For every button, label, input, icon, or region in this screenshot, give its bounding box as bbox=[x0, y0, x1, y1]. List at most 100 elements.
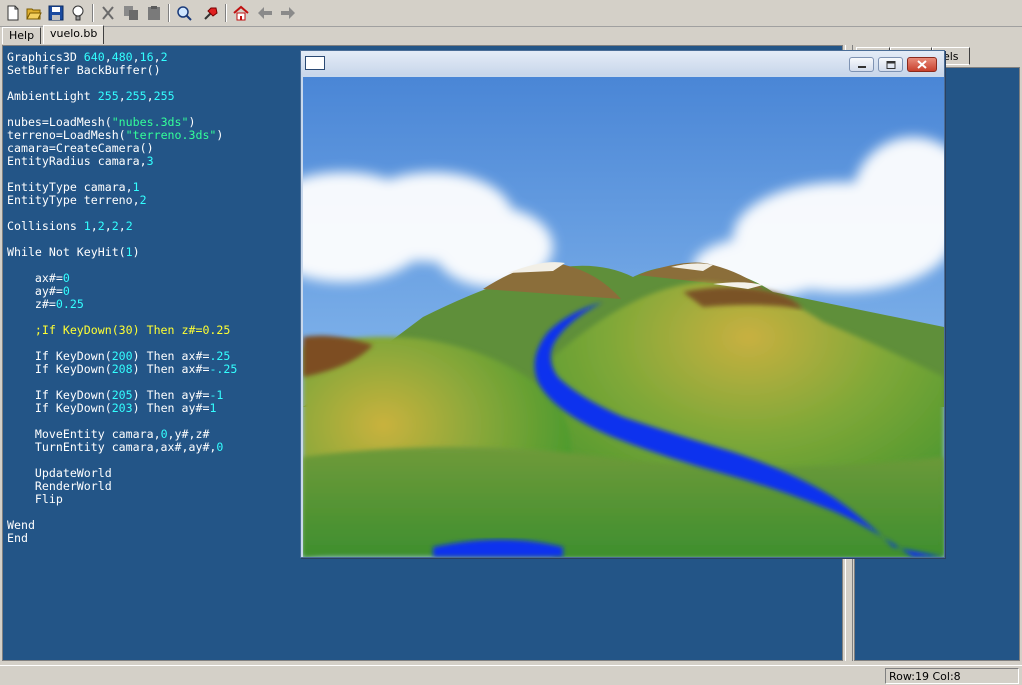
code-token: , bbox=[118, 219, 126, 233]
code-token: RenderWorld bbox=[7, 479, 112, 493]
code-token: 3 bbox=[146, 154, 154, 168]
open-folder-icon[interactable] bbox=[24, 3, 44, 23]
cut-icon[interactable] bbox=[98, 3, 118, 23]
code-token: TurnEntity camara,ax#,ay#, bbox=[7, 440, 217, 454]
new-file-icon[interactable] bbox=[3, 3, 23, 23]
code-line[interactable]: EntityType terreno,2 bbox=[7, 194, 237, 207]
forward-arrow-icon[interactable] bbox=[278, 3, 298, 23]
terrain-scene bbox=[303, 77, 944, 557]
lightbulb-icon[interactable] bbox=[68, 3, 88, 23]
code-token: ) bbox=[132, 245, 140, 259]
code-token: If KeyDown( bbox=[7, 362, 112, 376]
code-token: 208 bbox=[111, 362, 133, 376]
code-line[interactable]: EntityRadius camara,3 bbox=[7, 155, 237, 168]
code-token: EntityType camara, bbox=[7, 180, 133, 194]
code-token: If KeyDown( bbox=[7, 401, 112, 415]
code-line[interactable]: z#=0.25 bbox=[7, 298, 237, 311]
code-token: , bbox=[132, 50, 140, 64]
status-bar: Row:19 Col:8 bbox=[0, 665, 1022, 685]
code-token: , bbox=[104, 50, 112, 64]
code-token: ) Then ax#= bbox=[132, 362, 210, 376]
code-line[interactable]: Wend bbox=[7, 519, 237, 532]
code-token: SetBuffer BackBuffer() bbox=[7, 63, 161, 77]
code-line[interactable]: Flip bbox=[7, 493, 237, 506]
back-arrow-icon[interactable] bbox=[255, 3, 275, 23]
code-token: ) Then ax#= bbox=[132, 349, 210, 363]
code-line[interactable]: While Not KeyHit(1) bbox=[7, 246, 237, 259]
code-token: 1 bbox=[132, 180, 140, 194]
code-token: 16 bbox=[139, 50, 154, 64]
code-token: Wend bbox=[7, 518, 35, 532]
code-token: ay#= bbox=[7, 284, 63, 298]
code-token: 255 bbox=[153, 89, 175, 103]
copy-icon[interactable] bbox=[121, 3, 141, 23]
code-token: ax#= bbox=[7, 271, 63, 285]
3d-render-view bbox=[303, 77, 944, 557]
code-token: ) bbox=[216, 128, 224, 142]
code-token: While Not KeyHit( bbox=[7, 245, 126, 259]
code-token: ) Then ay#= bbox=[132, 388, 210, 402]
code-token: , bbox=[118, 89, 126, 103]
code-token: 0 bbox=[62, 284, 70, 298]
code-token: , bbox=[153, 50, 161, 64]
code-token: , bbox=[90, 219, 98, 233]
tab-vuelo-bb[interactable]: vuelo.bb bbox=[43, 25, 105, 44]
code-token: UpdateWorld bbox=[7, 466, 112, 480]
graphics-window[interactable] bbox=[300, 50, 945, 558]
code-token: AmbientLight bbox=[7, 89, 98, 103]
code-token: 203 bbox=[111, 401, 133, 415]
code-token: 2 bbox=[125, 219, 133, 233]
code-token: If KeyDown( bbox=[7, 349, 112, 363]
code-token: 1 bbox=[83, 219, 91, 233]
code-token: ) Then ay#= bbox=[132, 401, 210, 415]
code-token: 1 bbox=[125, 245, 133, 259]
code-token: "terreno.3ds" bbox=[125, 128, 217, 142]
window-icon bbox=[305, 56, 325, 70]
code-token: 2 bbox=[111, 219, 119, 233]
code-line[interactable]: SetBuffer BackBuffer() bbox=[7, 64, 237, 77]
code-line[interactable]: TurnEntity camara,ax#,ay#,0 bbox=[7, 441, 237, 454]
code-token: 2 bbox=[139, 193, 147, 207]
graphics-window-titlebar[interactable] bbox=[301, 51, 944, 75]
code-line[interactable]: If KeyDown(203) Then ay#=1 bbox=[7, 402, 237, 415]
home-icon[interactable] bbox=[231, 3, 251, 23]
code-line[interactable]: ;If KeyDown(30) Then z#=0.25 bbox=[7, 324, 237, 337]
minimize-icon[interactable] bbox=[849, 57, 874, 72]
toolbar-separator bbox=[168, 4, 170, 22]
code-line[interactable]: Collisions 1,2,2,2 bbox=[7, 220, 237, 233]
code-token: z#= bbox=[7, 297, 56, 311]
code-token: 0 bbox=[216, 440, 224, 454]
code-token: 0 bbox=[160, 427, 168, 441]
code-line[interactable]: If KeyDown(208) Then ax#=-.25 bbox=[7, 363, 237, 376]
find-icon[interactable] bbox=[174, 3, 194, 23]
code-token: MoveEntity camara, bbox=[7, 427, 161, 441]
code-token: nubes=LoadMesh( bbox=[7, 115, 112, 129]
save-icon[interactable] bbox=[46, 3, 66, 23]
code-token: camara=CreateCamera() bbox=[7, 141, 154, 155]
code-line[interactable] bbox=[7, 506, 237, 519]
tab-help[interactable]: Help bbox=[2, 27, 42, 44]
code-token: Collisions bbox=[7, 219, 84, 233]
code-token: End bbox=[7, 531, 28, 545]
code-line[interactable]: AmbientLight 255,255,255 bbox=[7, 90, 237, 103]
code-token: 255 bbox=[125, 89, 147, 103]
cursor-position: Row:19 Col:8 bbox=[885, 668, 1019, 684]
code-text[interactable]: Graphics3D 640,480,16,2 SetBuffer BackBuf… bbox=[7, 51, 237, 545]
code-token: 255 bbox=[97, 89, 119, 103]
code-token: terreno=LoadMesh( bbox=[7, 128, 126, 142]
code-token: 0.25 bbox=[55, 297, 84, 311]
paste-icon[interactable] bbox=[144, 3, 164, 23]
tab-bar: Help vuelo.bb bbox=[0, 25, 1022, 44]
code-line[interactable]: End bbox=[7, 532, 237, 545]
code-token: ) bbox=[188, 115, 196, 129]
code-token: , bbox=[146, 89, 154, 103]
code-token: -.25 bbox=[209, 362, 238, 376]
code-token: Graphics3D bbox=[7, 50, 84, 64]
maximize-icon[interactable] bbox=[878, 57, 903, 72]
run-icon[interactable] bbox=[201, 3, 221, 23]
code-token: EntityRadius camara, bbox=[7, 154, 147, 168]
code-token: If KeyDown( bbox=[7, 388, 112, 402]
close-icon[interactable] bbox=[907, 57, 937, 72]
toolbar-separator bbox=[225, 4, 227, 22]
code-token: ;If KeyDown(30) Then z#=0.25 bbox=[7, 323, 231, 337]
